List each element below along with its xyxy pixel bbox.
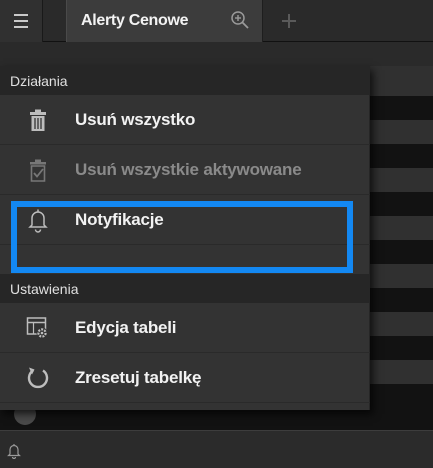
plus-icon[interactable] xyxy=(279,11,299,31)
menu-item-edit-table[interactable]: Edycja tabeli xyxy=(0,303,370,353)
highlight-frame xyxy=(11,201,353,273)
menu-item-label: Zresetuj tabelkę xyxy=(75,368,202,387)
bell-icon[interactable] xyxy=(7,443,21,459)
menu-item-delete-activated: Usuń wszystkie aktywowane xyxy=(0,145,370,195)
section-header-settings: Ustawienia xyxy=(0,274,370,303)
menu-item-delete-all[interactable]: Usuń wszystko xyxy=(0,95,370,145)
zoom-in-icon[interactable] xyxy=(230,10,250,30)
tab-label: Alerty Cenowe xyxy=(81,12,189,29)
menu-item-label: Usuń wszystkie aktywowane xyxy=(75,160,302,179)
menu-item-label: Usuń wszystko xyxy=(75,110,196,129)
section-header-actions: Działania xyxy=(0,66,370,95)
hamburger-menu-button[interactable] xyxy=(0,0,43,42)
table-header-strip xyxy=(0,42,433,66)
tab-alerty-cenowe[interactable]: Alerty Cenowe xyxy=(66,0,263,42)
tab-bar: Alerty Cenowe xyxy=(0,0,433,42)
menu-item-label: Edycja tabeli xyxy=(75,318,177,337)
reset-icon xyxy=(27,367,49,389)
hamburger-line xyxy=(14,26,28,28)
hamburger-line xyxy=(14,20,28,22)
hamburger-line xyxy=(14,14,28,16)
trash-icon xyxy=(30,109,46,131)
trash-check-icon xyxy=(30,159,46,182)
table-settings-icon xyxy=(26,317,48,339)
menu-item-reset-table[interactable]: Zresetuj tabelkę xyxy=(0,353,370,403)
status-bar xyxy=(0,430,433,468)
